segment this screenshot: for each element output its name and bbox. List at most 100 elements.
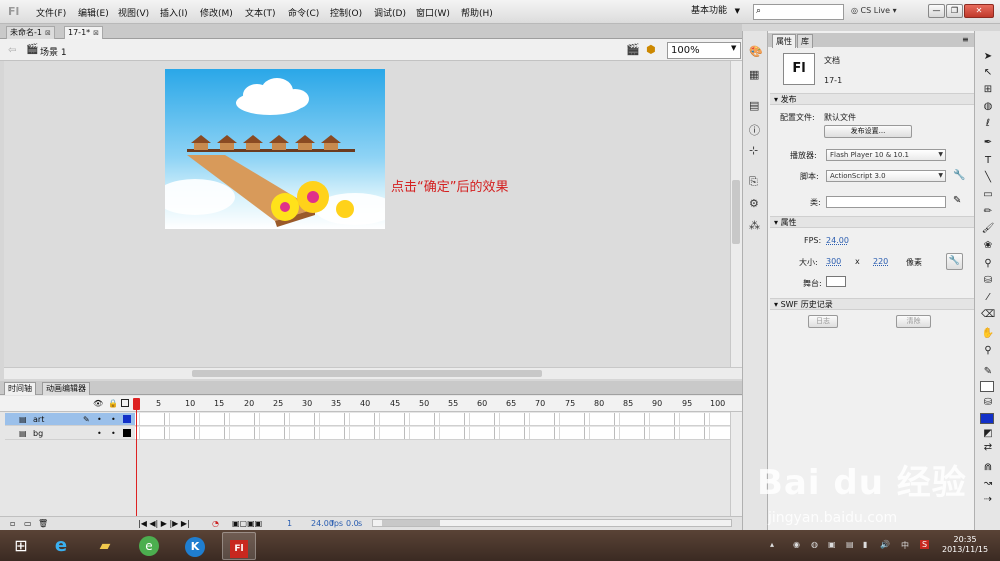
zoom-select[interactable]: 100% xyxy=(667,42,741,59)
outline-icon[interactable] xyxy=(121,399,129,407)
layer-color-swatch[interactable] xyxy=(123,415,131,423)
color-icon[interactable]: 🎨 xyxy=(749,45,763,58)
horizontal-scroll-thumb[interactable] xyxy=(192,370,542,377)
tab-motion-editor[interactable]: 动画编辑器 xyxy=(42,382,90,395)
menu-insert[interactable]: 插入(I) xyxy=(160,6,188,19)
flash-taskbar-button[interactable]: Fl xyxy=(222,532,256,560)
layer-name[interactable]: art xyxy=(33,413,44,426)
layer-row-bg[interactable]: ▤ bg • • xyxy=(5,427,735,440)
fps-value[interactable]: 24.00 xyxy=(826,236,849,245)
file-explorer-icon[interactable]: ▰ xyxy=(88,532,122,560)
ie-browser-icon[interactable]: e xyxy=(44,532,78,560)
smooth-icon[interactable]: ↝ xyxy=(981,478,995,489)
lock-dot[interactable]: • xyxy=(111,413,116,426)
stroke-color-swatch[interactable] xyxy=(980,381,994,392)
close-button[interactable]: ✕ xyxy=(964,4,994,18)
log-button[interactable]: 日志 xyxy=(808,315,838,328)
tray-arrow-icon[interactable]: ▴ xyxy=(770,540,774,549)
onion-skin-icon[interactable]: ◔ xyxy=(212,517,219,530)
menu-window[interactable]: 窗口(W) xyxy=(416,6,450,19)
tray-app-icon[interactable]: ◍ xyxy=(811,540,818,549)
line-tool-icon[interactable]: ╲ xyxy=(981,172,995,183)
lock-dot[interactable]: • xyxy=(111,427,116,440)
doc-tab-17-1[interactable]: 17-1* ⊠ xyxy=(64,26,104,39)
restore-button[interactable]: ❐ xyxy=(946,4,963,18)
workspace-switcher[interactable]: 基本功能 ▼ xyxy=(684,3,744,20)
timeline-hscroll-thumb[interactable] xyxy=(382,520,440,526)
tab-properties[interactable]: 属性 xyxy=(772,34,796,48)
eye-icon[interactable]: 👁 xyxy=(93,399,103,408)
deco-tool-icon[interactable]: ❀ xyxy=(981,240,995,251)
rectangle-tool-icon[interactable]: ▭ xyxy=(981,189,995,200)
new-folder-icon[interactable]: ▭ xyxy=(24,517,32,530)
layer-frames[interactable] xyxy=(135,427,735,439)
menu-modify[interactable]: 修改(M) xyxy=(200,6,233,19)
player-select[interactable]: Flash Player 10 & 10.1 ▼ xyxy=(826,149,946,161)
snap-to-objects-icon[interactable]: ⋒ xyxy=(981,462,995,473)
search-input[interactable] xyxy=(753,4,844,20)
menu-debug[interactable]: 调试(D) xyxy=(374,6,406,19)
section-properties[interactable]: ▾ 属性 xyxy=(770,216,974,228)
free-transform-tool-icon[interactable]: ⊞ xyxy=(981,84,995,95)
playhead[interactable] xyxy=(136,398,137,518)
edit-markers-icon[interactable]: ▣▢▣▣ xyxy=(232,517,262,530)
app-green-icon[interactable]: e xyxy=(132,532,166,560)
bone-tool-icon[interactable]: ⚲ xyxy=(981,258,995,269)
pen-tool-icon[interactable]: ✒ xyxy=(981,137,995,148)
straighten-icon[interactable]: ⇢ xyxy=(981,494,995,505)
playback-controls[interactable]: |◀ ◀| ▶ |▶ ▶| xyxy=(138,517,190,530)
transform-icon[interactable]: ⊹ xyxy=(749,144,758,157)
timeline-vscroll[interactable] xyxy=(730,412,742,516)
layer-frames[interactable] xyxy=(135,413,735,425)
subselection-tool-icon[interactable]: ↖ xyxy=(981,67,995,78)
text-tool-icon[interactable]: T xyxy=(981,155,995,166)
pencil-tool-icon[interactable]: ✏ xyxy=(981,206,995,217)
zoom-tool-icon[interactable]: ⚲ xyxy=(981,345,995,356)
swatches-icon[interactable]: ▦ xyxy=(749,68,759,81)
fill-color-swatch[interactable] xyxy=(980,413,994,424)
class-input[interactable] xyxy=(826,196,946,208)
visibility-dot[interactable]: • xyxy=(97,413,102,426)
layer-row-art[interactable]: ▤ art ✎ • • xyxy=(5,413,735,426)
tab-library[interactable]: 库 xyxy=(797,34,813,48)
swap-colors-icon[interactable]: ⇄ xyxy=(981,442,995,453)
3d-rotation-tool-icon[interactable]: ◍ xyxy=(981,101,995,112)
motion-presets-icon[interactable]: ⁂ xyxy=(749,219,760,232)
align-icon[interactable]: ▤ xyxy=(749,99,759,112)
wrench-icon[interactable]: 🔧 xyxy=(953,170,965,181)
publish-settings-button[interactable]: 发布设置... xyxy=(824,125,912,138)
vertical-scroll-thumb[interactable] xyxy=(732,180,740,244)
eyedropper-tool-icon[interactable]: ⁄ xyxy=(981,292,995,303)
tab-timeline[interactable]: 时间轴 xyxy=(4,382,36,395)
selection-tool-icon[interactable]: ➤ xyxy=(981,51,995,62)
lock-icon[interactable]: 🔒 xyxy=(108,399,118,408)
menu-view[interactable]: 视图(V) xyxy=(118,6,149,19)
doc-tab-untitled[interactable]: 未命名-1 ⊠ xyxy=(6,26,55,39)
stage-canvas[interactable] xyxy=(165,69,385,229)
clear-button[interactable]: 清除 xyxy=(896,315,931,328)
clock[interactable]: 20:35 2013/11/15 xyxy=(942,535,988,555)
menu-edit[interactable]: 编辑(E) xyxy=(78,6,109,19)
wrench-button[interactable]: 🔧 xyxy=(946,253,963,270)
edit-scene-icon[interactable]: 🎬 xyxy=(626,43,640,56)
tray-app-icon[interactable]: ▣ xyxy=(828,540,836,549)
tray-app-icon[interactable]: ◉ xyxy=(793,540,800,549)
hand-tool-icon[interactable]: ✋ xyxy=(981,328,995,339)
ime-indicator[interactable]: 中 xyxy=(901,540,909,551)
section-publish[interactable]: ▾ 发布 xyxy=(770,93,974,105)
ime-app-icon[interactable]: S xyxy=(920,540,930,549)
stage-color-swatch[interactable] xyxy=(826,276,846,287)
layer-name[interactable]: bg xyxy=(33,427,43,440)
volume-icon[interactable]: 🔊 xyxy=(880,540,890,549)
close-icon[interactable]: ⊠ xyxy=(93,27,99,39)
menu-help[interactable]: 帮助(H) xyxy=(461,6,493,19)
layer-color-swatch[interactable] xyxy=(123,429,131,437)
paint-bucket-tool-icon[interactable]: ⛁ xyxy=(981,275,995,286)
scene-label[interactable]: 场景 1 xyxy=(40,45,67,58)
info-icon[interactable]: ⓘ xyxy=(749,122,760,138)
close-icon[interactable]: ⊠ xyxy=(45,27,51,39)
menu-control[interactable]: 控制(O) xyxy=(330,6,362,19)
section-swf-history[interactable]: ▾ SWF 历史记录 xyxy=(770,298,974,310)
minimize-button[interactable]: — xyxy=(928,4,945,18)
stage-height[interactable]: 220 xyxy=(873,257,888,266)
